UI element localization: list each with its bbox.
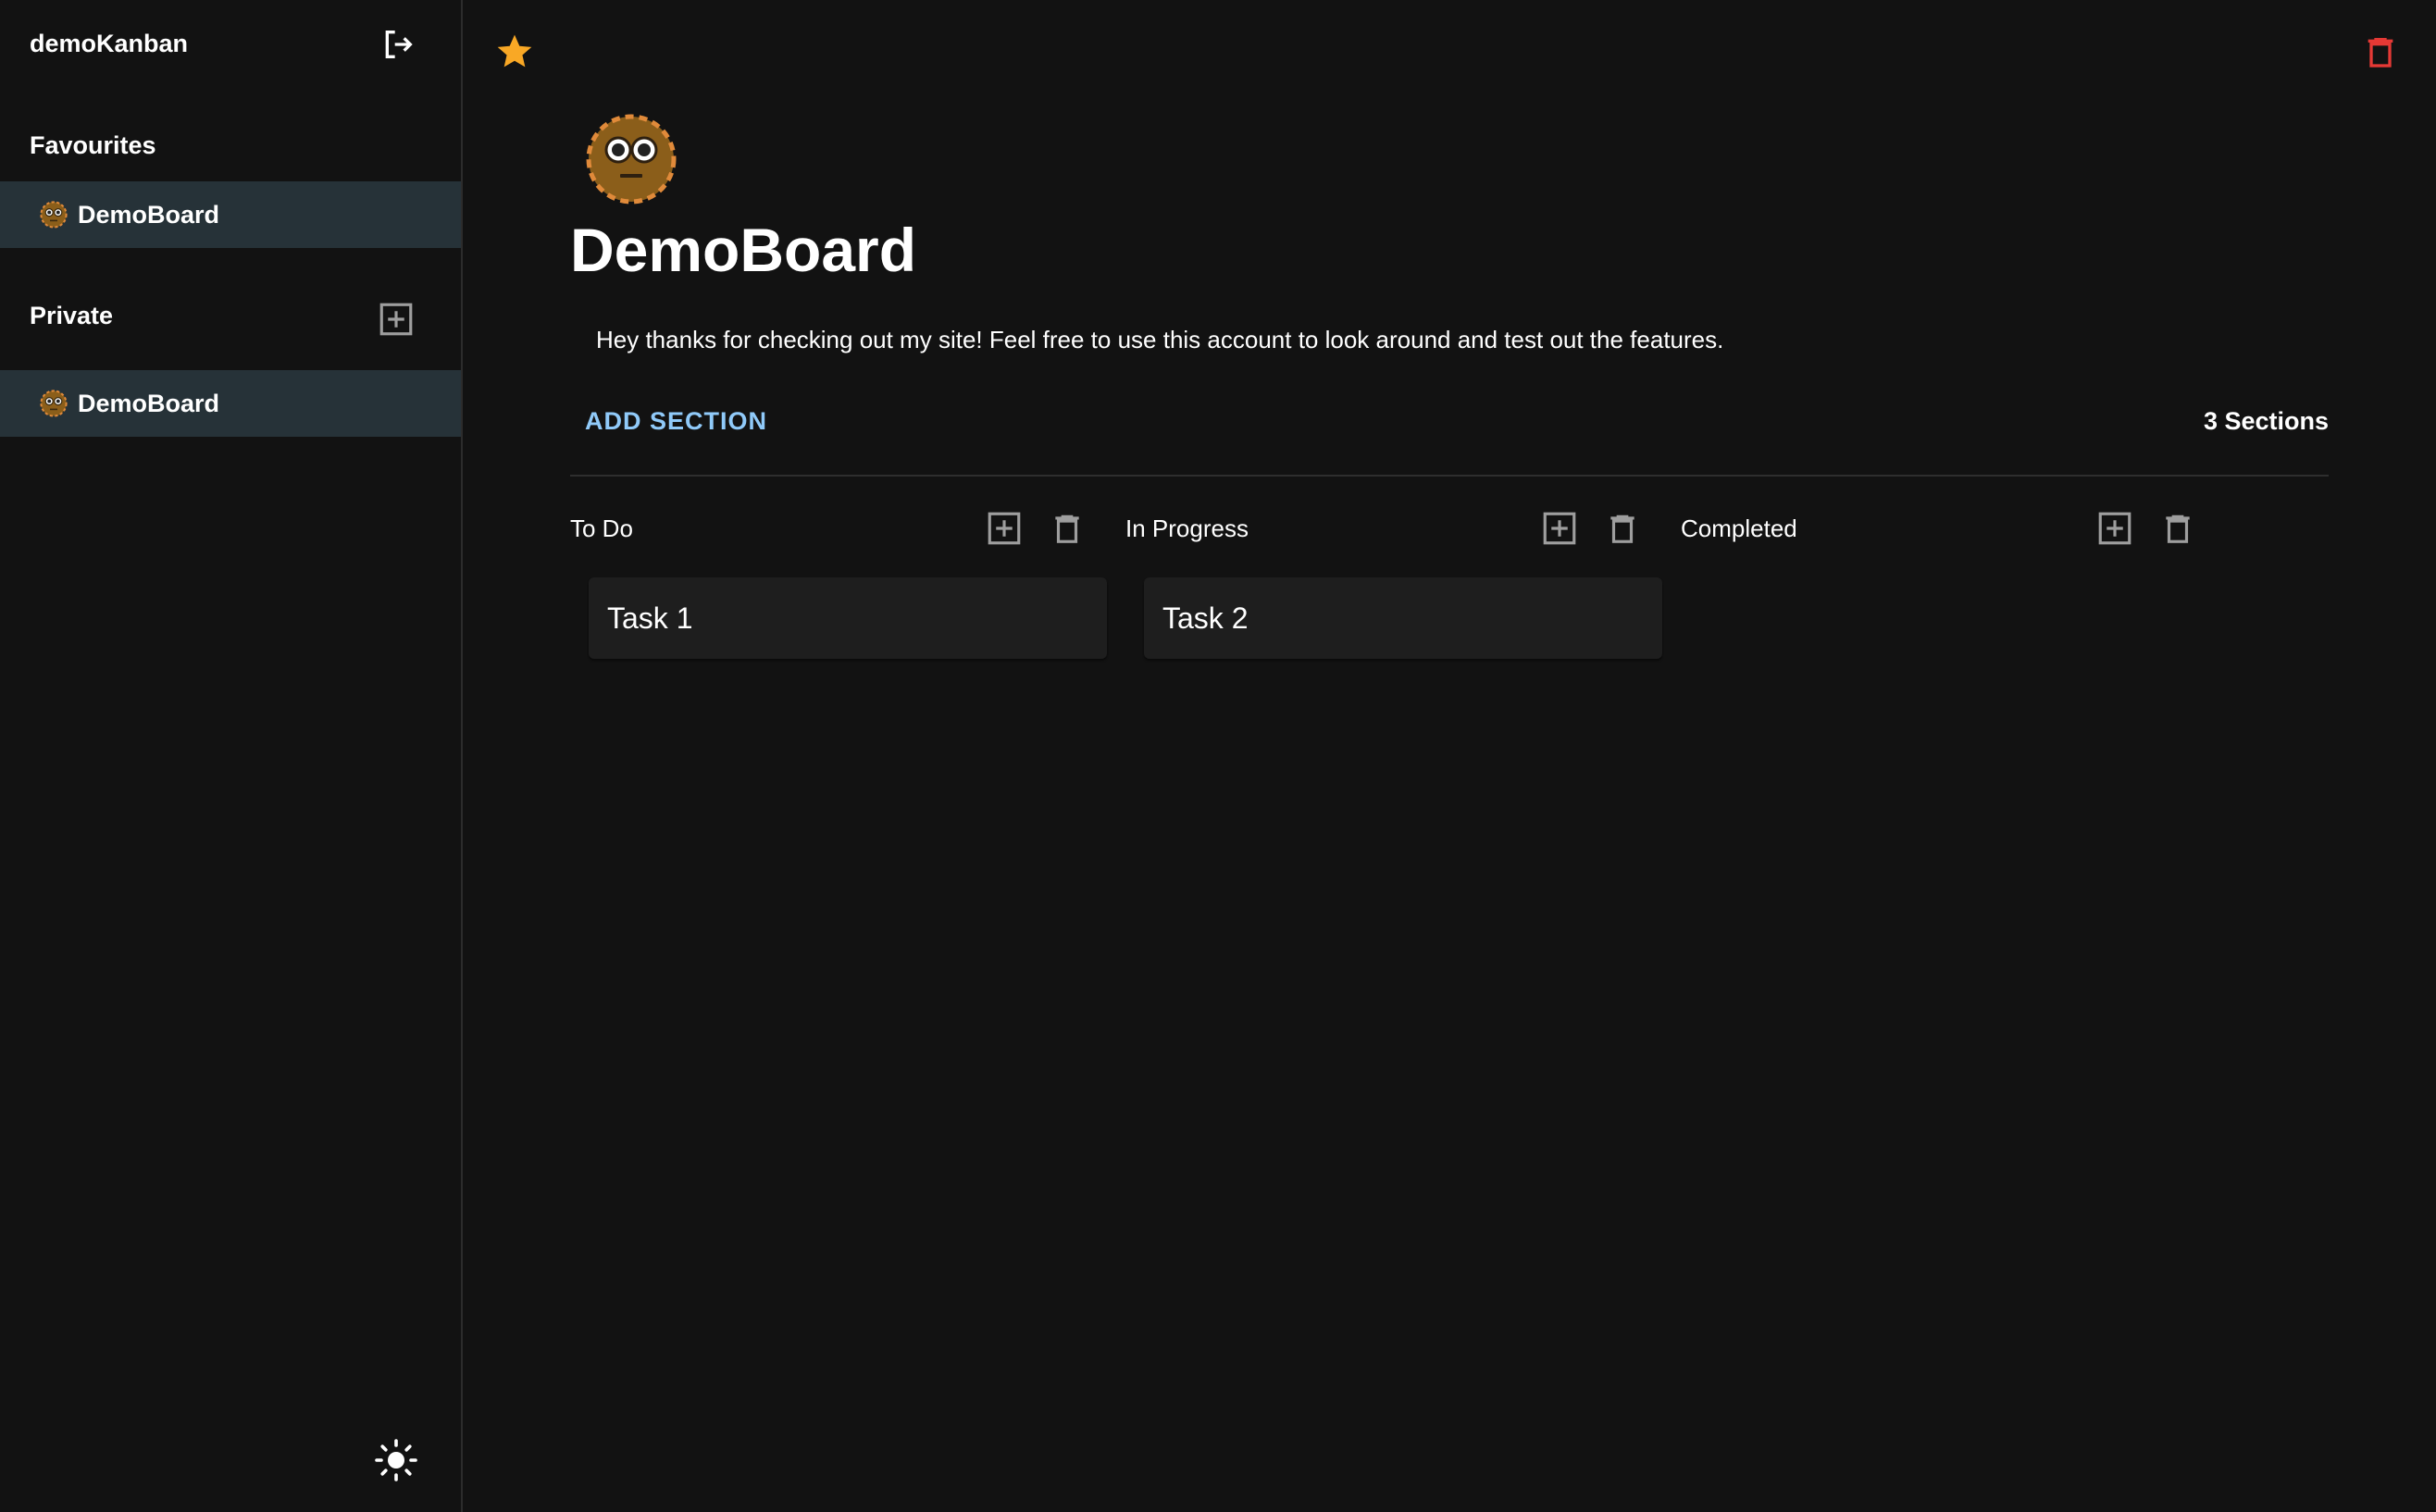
board-description[interactable]: Hey thanks for checking out my site! Fee… — [596, 326, 1723, 354]
sidebar-item-label: DemoBoard — [78, 389, 220, 417]
section-count: 3 Sections — [2203, 407, 2329, 435]
app-title: demoKanban — [30, 30, 189, 57]
star-icon — [497, 34, 532, 68]
divider — [570, 475, 2329, 477]
add-task-button[interactable] — [981, 505, 1027, 552]
add-section-button[interactable]: ADD SECTION — [585, 407, 767, 436]
delete-section-button[interactable] — [1599, 505, 1646, 552]
board-emoji-icon[interactable] — [583, 111, 679, 207]
sidebar: demoKanban Favourites DemoBoard Private … — [0, 0, 463, 1512]
board-main: DemoBoard Hey thanks for checking out my… — [463, 0, 2436, 1512]
sidebar-item-label: DemoBoard — [78, 200, 220, 229]
trash-icon — [2368, 38, 2393, 68]
favourites-heading: Favourites — [30, 131, 156, 159]
task-card[interactable]: Task 2 — [1144, 577, 1662, 659]
add-task-button[interactable] — [1536, 505, 1583, 552]
add-box-icon — [988, 512, 1021, 545]
section-title[interactable]: To Do — [570, 514, 633, 543]
add-box-icon — [2098, 512, 2132, 545]
delete-section-button[interactable] — [1044, 505, 1090, 552]
app-root: demoKanban Favourites DemoBoard Private … — [0, 0, 2436, 1512]
trash-icon — [1055, 514, 1079, 543]
add-box-icon — [379, 303, 413, 336]
section-title[interactable]: Completed — [1681, 514, 1797, 543]
theme-toggle-button[interactable] — [372, 1436, 420, 1484]
favourite-toggle-button[interactable] — [491, 28, 539, 76]
task-title: Task 2 — [1162, 601, 1249, 635]
delete-section-button[interactable] — [2155, 505, 2201, 552]
sidebar-item-favourite-demoboard[interactable]: DemoBoard — [0, 181, 461, 248]
trash-icon — [1610, 514, 1634, 543]
task-title: Task 1 — [607, 601, 693, 635]
delete-board-button[interactable] — [2356, 28, 2405, 76]
sidebar-header: demoKanban — [30, 28, 433, 65]
section-title[interactable]: In Progress — [1125, 514, 1249, 543]
sun-icon — [375, 1439, 417, 1481]
board-title[interactable]: DemoBoard — [570, 215, 916, 285]
task-card[interactable]: Task 1 — [589, 577, 1107, 659]
trash-icon — [2166, 514, 2190, 543]
add-box-icon — [1543, 512, 1576, 545]
logout-button[interactable] — [376, 22, 420, 67]
logout-icon — [385, 31, 413, 58]
add-task-button[interactable] — [2092, 505, 2138, 552]
sidebar-item-private-demoboard[interactable]: DemoBoard — [0, 370, 461, 437]
add-board-button[interactable] — [373, 296, 419, 342]
face-emoji-icon — [40, 201, 68, 229]
private-heading: Private — [30, 302, 114, 329]
face-emoji-icon — [40, 390, 68, 417]
